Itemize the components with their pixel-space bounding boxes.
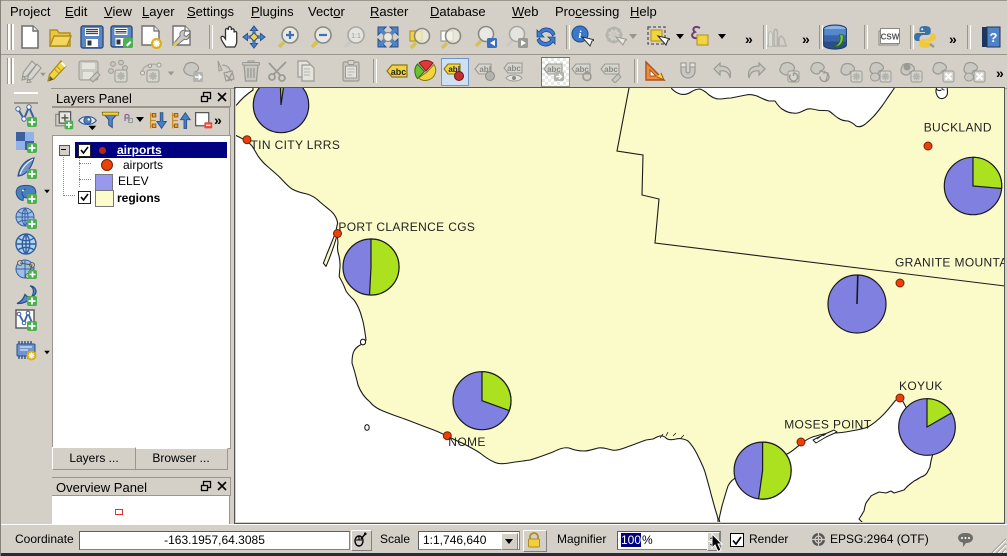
svg-text:abc: abc — [507, 64, 521, 73]
svg-text:1:1: 1:1 — [351, 33, 361, 40]
svg-text:NOME: NOME — [448, 435, 485, 449]
svg-text:MOSES POINT: MOSES POINT — [784, 418, 872, 432]
svg-text:TIN CITY LRRS: TIN CITY LRRS — [251, 138, 341, 152]
svg-text:?: ? — [990, 30, 998, 45]
svg-text:BUCKLAND: BUCKLAND — [924, 121, 992, 135]
svg-text:CSW: CSW — [881, 33, 900, 42]
svg-text:abc: abc — [391, 67, 407, 77]
svg-text:abc: abc — [604, 65, 618, 74]
svg-text:GRANITE MOUNTAIN: GRANITE MOUNTAIN — [895, 256, 1004, 270]
svg-text:KOYUK: KOYUK — [899, 379, 943, 393]
svg-text:PORT CLARENCE CGS: PORT CLARENCE CGS — [338, 220, 475, 234]
